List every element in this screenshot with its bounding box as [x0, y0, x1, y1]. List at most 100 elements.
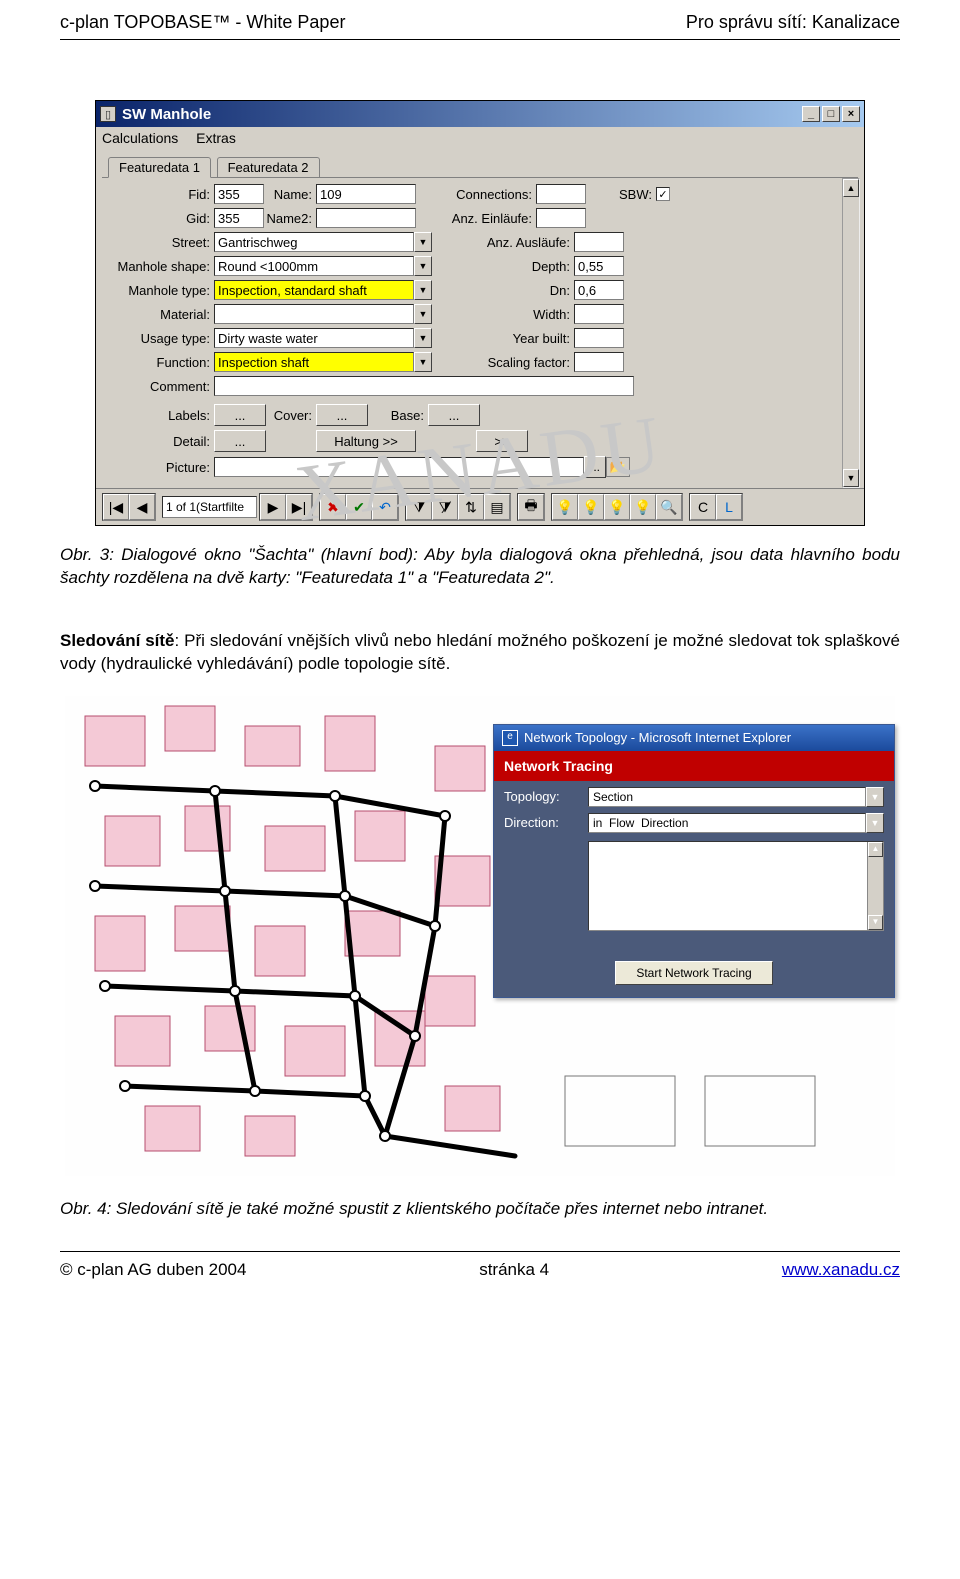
print-icon[interactable]: 🖶	[518, 494, 544, 520]
folder-open-icon[interactable]: 📂	[606, 457, 630, 477]
depth-field[interactable]	[574, 256, 624, 276]
label-anz-einlaufe: Anz. Einläufe:	[416, 211, 536, 226]
street-field[interactable]	[214, 232, 414, 252]
manhole-type-field[interactable]	[214, 280, 414, 300]
label-dn: Dn:	[432, 283, 574, 298]
figure-4: e Network Topology - Microsoft Internet …	[65, 696, 895, 1176]
sbw-checkbox[interactable]: ✓	[656, 187, 670, 201]
list-item[interactable]: WW_MANHOLE 215	[594, 877, 878, 893]
label-year-built: Year built:	[432, 331, 574, 346]
sheet-icon[interactable]: ▤	[484, 494, 510, 520]
width-field[interactable]	[574, 304, 624, 324]
menubar: Calculations Extras	[96, 127, 864, 149]
nt-direction-dropdown-icon[interactable]: ▼	[866, 813, 884, 833]
scroll-up-icon[interactable]: ▲	[843, 179, 859, 197]
picture-browse-button[interactable]: ...	[584, 456, 606, 478]
label-connections: Connections:	[416, 187, 536, 202]
function-dropdown-icon[interactable]: ▼	[414, 352, 432, 372]
mshape-dropdown-icon[interactable]: ▼	[414, 256, 432, 276]
scroll-down-icon[interactable]: ▼	[843, 469, 859, 487]
tab-featuredata2[interactable]: Featuredata 2	[217, 157, 320, 177]
connections-field[interactable]	[536, 184, 586, 204]
comment-field[interactable]	[214, 376, 634, 396]
street-dropdown-icon[interactable]: ▼	[414, 232, 432, 252]
dn-field[interactable]	[574, 280, 624, 300]
network-tracing-paragraph: Sledování sítě: Při sledování vnějších v…	[60, 630, 900, 676]
toolbar-l[interactable]: L	[716, 494, 742, 520]
usage-dropdown-icon[interactable]: ▼	[414, 328, 432, 348]
label-anz-auslaufe: Anz. Ausläufe:	[432, 235, 574, 250]
network-topology-window: e Network Topology - Microsoft Internet …	[493, 724, 895, 998]
detail-button[interactable]: ...	[214, 430, 266, 452]
bulb3-icon[interactable]: 💡	[604, 494, 630, 520]
menu-calculations[interactable]: Calculations	[102, 130, 178, 146]
filter-icon[interactable]: ⧩	[406, 494, 432, 520]
label-manhole-shape: Manhole shape:	[104, 259, 214, 274]
app-icon: ▯	[100, 106, 116, 122]
nav-prev-button[interactable]: ◀	[129, 494, 155, 520]
form-scrollbar[interactable]: ▲ ▼	[842, 178, 860, 488]
scaling-field[interactable]	[574, 352, 624, 372]
nav-first-button[interactable]: |◀	[103, 494, 129, 520]
forward-button[interactable]: >>	[476, 430, 528, 452]
picture-field[interactable]	[214, 457, 584, 477]
menu-extras[interactable]: Extras	[196, 130, 236, 146]
delete-icon[interactable]: ✖	[320, 494, 346, 520]
material-field[interactable]	[214, 304, 414, 324]
anz-auslaufe-field[interactable]	[574, 232, 624, 252]
nt-topology-dropdown-icon[interactable]: ▼	[866, 787, 884, 807]
cover-button[interactable]: ...	[316, 404, 368, 426]
close-button[interactable]: ×	[842, 106, 860, 122]
bulb2-icon[interactable]: 💡	[578, 494, 604, 520]
nav-last-button[interactable]: ▶|	[286, 494, 312, 520]
nt-window-title: Network Topology - Microsoft Internet Ex…	[524, 730, 791, 745]
material-dropdown-icon[interactable]: ▼	[414, 304, 432, 324]
label-name2: Name2:	[264, 211, 316, 226]
base-button[interactable]: ...	[428, 404, 480, 426]
record-counter: 1 of 1(Startfilte	[162, 496, 257, 518]
haltung-button[interactable]: Haltung >>	[316, 430, 416, 452]
labels-button[interactable]: ...	[214, 404, 266, 426]
sort-icon[interactable]: ⇅	[458, 494, 484, 520]
nav-next-button[interactable]: ▶	[260, 494, 286, 520]
manhole-shape-field[interactable]	[214, 256, 414, 276]
undo-icon[interactable]: ↶	[372, 494, 398, 520]
tab-featuredata1[interactable]: Featuredata 1	[108, 157, 211, 178]
year-built-field[interactable]	[574, 328, 624, 348]
label-manhole-type: Manhole type:	[104, 283, 214, 298]
bulb1-icon[interactable]: 💡	[552, 494, 578, 520]
confirm-icon[interactable]: ✔	[346, 494, 372, 520]
fid-field[interactable]	[214, 184, 264, 204]
label-width: Width:	[432, 307, 574, 322]
page-header-right: Pro správu sítí: Kanalizace	[686, 12, 900, 33]
usage-type-field[interactable]	[214, 328, 414, 348]
ie-icon: e	[502, 730, 518, 746]
gid-field[interactable]	[214, 208, 264, 228]
list-scrollbar[interactable]: ▲▼	[867, 842, 883, 930]
nt-direction-select[interactable]	[588, 813, 866, 833]
label-comment: Comment:	[104, 379, 214, 394]
minimize-button[interactable]: _	[802, 106, 820, 122]
titlebar: ▯ SW Manhole _ □ ×	[96, 101, 864, 127]
list-item[interactable]: WW_MANHOLE 214	[594, 861, 878, 877]
name-field[interactable]	[316, 184, 416, 204]
mtype-dropdown-icon[interactable]: ▼	[414, 280, 432, 300]
figure-3-caption: Obr. 3: Dialogové okno "Šachta" (hlavní …	[60, 544, 900, 590]
list-item[interactable]: WW_MANHOLE 213	[594, 845, 878, 861]
filter-off-icon[interactable]: ⧩̸	[432, 494, 458, 520]
bulb4-icon[interactable]: 💡	[630, 494, 656, 520]
anz-einlaufe-field[interactable]	[536, 208, 586, 228]
label-street: Street:	[104, 235, 214, 250]
function-field[interactable]	[214, 352, 414, 372]
start-network-tracing-button[interactable]: Start Network Tracing	[615, 961, 772, 985]
maximize-button[interactable]: □	[822, 106, 840, 122]
footer-link[interactable]: www.xanadu.cz	[782, 1260, 900, 1280]
toolbar-c[interactable]: C	[690, 494, 716, 520]
nt-topology-select[interactable]	[588, 787, 866, 807]
nt-result-list[interactable]: WW_MANHOLE 213 WW_MANHOLE 214 WW_MANHOLE…	[588, 841, 884, 931]
list-item[interactable]: WW_MANHLOE 216	[594, 893, 878, 909]
page-header-left: c-plan TOPOBASE™ - White Paper	[60, 12, 345, 33]
label-fid: Fid:	[104, 187, 214, 202]
name2-field[interactable]	[316, 208, 416, 228]
zoom-icon[interactable]: 🔍	[656, 494, 682, 520]
